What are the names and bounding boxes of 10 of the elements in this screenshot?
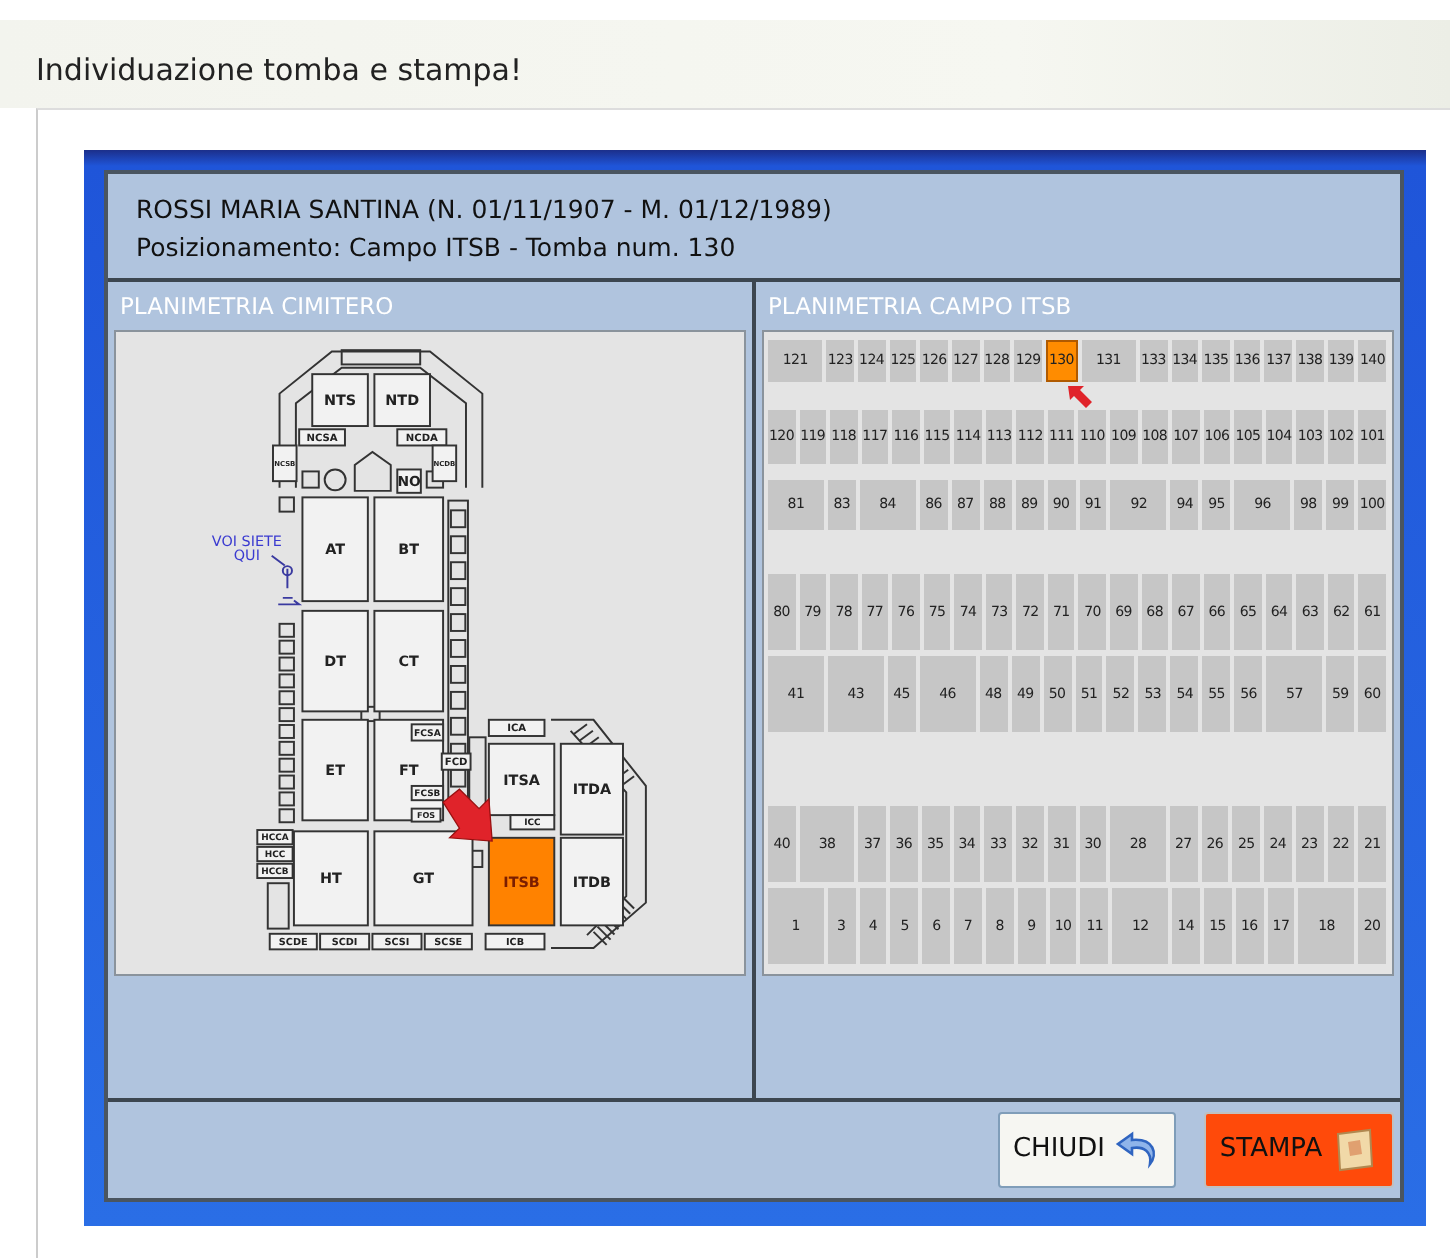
you-are-here-drawing [270, 554, 303, 606]
page-title: Individuazione tomba e stampa! [36, 54, 524, 87]
close-button[interactable]: CHIUDI [998, 1112, 1176, 1188]
person-name: ROSSI MARIA SANTINA (N. 01/11/1907 - M. 01/12/1989) [136, 192, 834, 228]
pointer-arrow-icon [1065, 384, 1094, 412]
print-button[interactable]: STAMPA [1204, 1112, 1394, 1188]
pointer-arrow-icon [442, 788, 493, 842]
panel-title: PLANIMETRIA CIMITERO [120, 292, 394, 320]
panel-title: PLANIMETRIA CAMPO ITSB [768, 292, 1072, 320]
position-text: Posizionamento: Campo ITSB - Tomba num. 130 [136, 230, 738, 267]
